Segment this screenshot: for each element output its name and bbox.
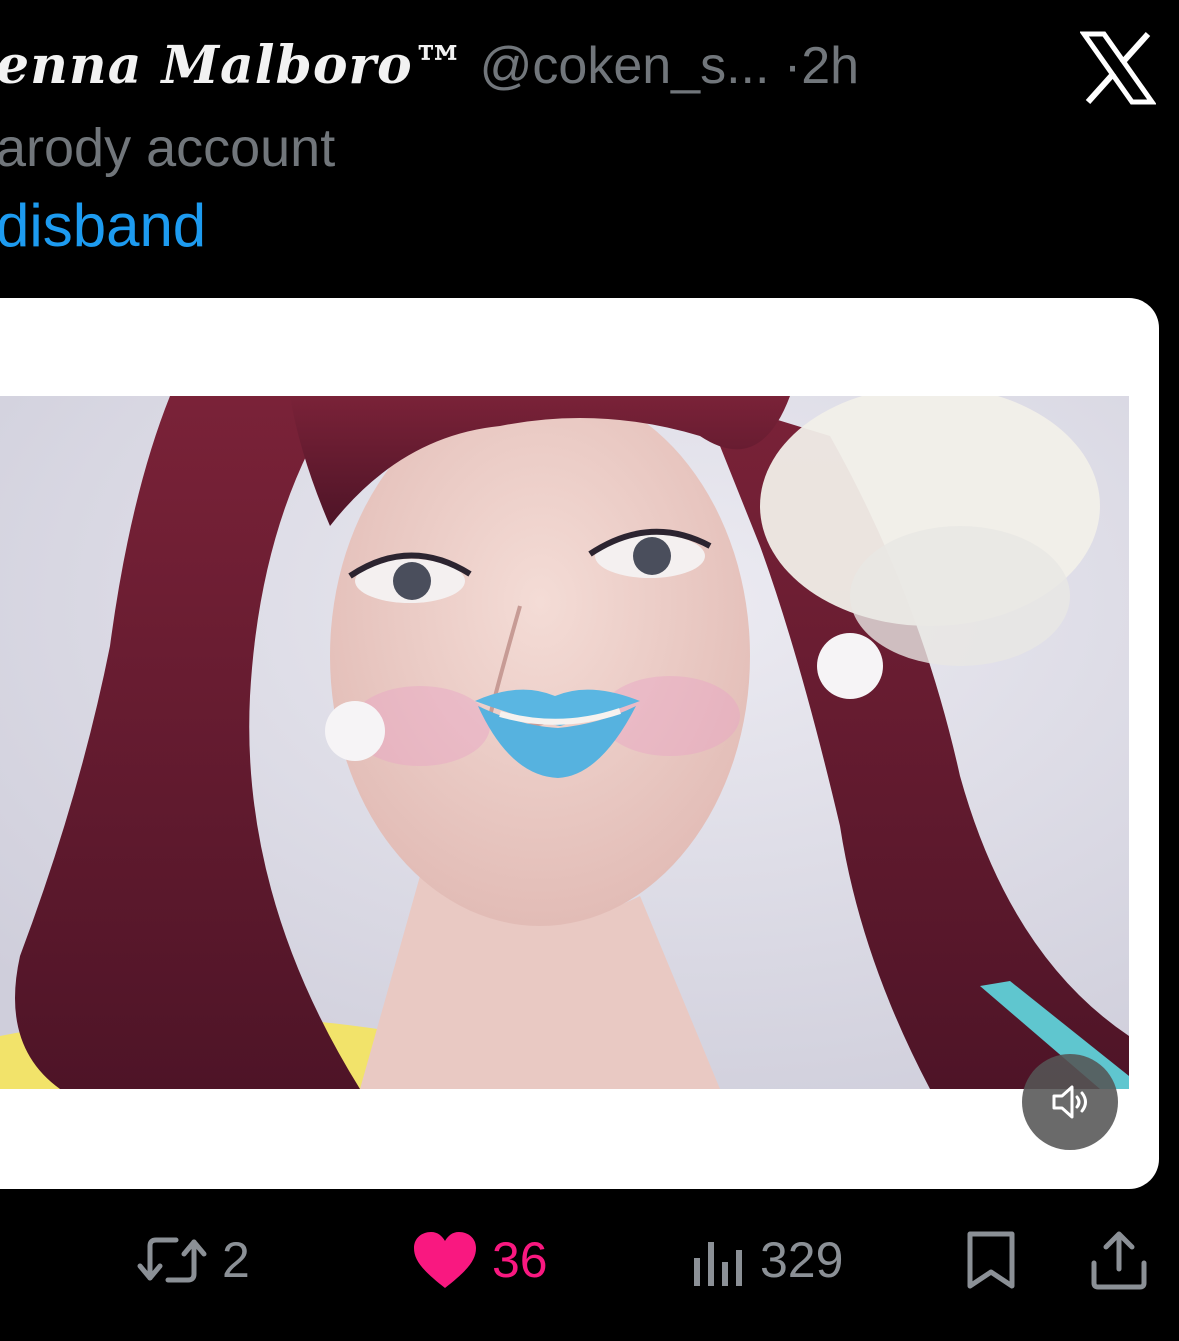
display-name[interactable]: enna Malboro™ (0, 35, 466, 96)
bookmark-icon (967, 1231, 1015, 1289)
like-count: 36 (492, 1232, 548, 1288)
views-button[interactable]: 329 (690, 1200, 843, 1320)
separator: · (783, 37, 802, 95)
media-card[interactable] (0, 298, 1159, 1189)
views-count: 329 (760, 1232, 844, 1288)
user-handle[interactable]: @coken_s... ·2h (480, 37, 859, 95)
tweet-text[interactable]: disband (0, 188, 206, 264)
bookmark-button[interactable] (964, 1200, 1018, 1320)
share-button[interactable] (1088, 1200, 1150, 1320)
mute-button[interactable] (1022, 1054, 1118, 1150)
share-icon (1091, 1231, 1147, 1290)
retweet-icon (137, 1237, 207, 1283)
views-bar-chart-icon (694, 1242, 742, 1286)
x-logo-icon (1080, 31, 1156, 105)
parody-label: arody account (0, 118, 336, 178)
tweet-header: enna Malboro™ @coken_s... ·2h (0, 28, 859, 104)
speaker-icon (1052, 1085, 1087, 1119)
retweet-button[interactable]: 2 (136, 1200, 250, 1320)
video-player[interactable] (0, 396, 1129, 1089)
action-bar: 2 36 329 (0, 1200, 1179, 1320)
retweet-count: 2 (222, 1232, 250, 1288)
like-button[interactable]: 36 (412, 1200, 548, 1320)
video-frame (0, 396, 1129, 1089)
heart-icon (414, 1232, 476, 1288)
timestamp[interactable]: 2h (801, 37, 859, 95)
